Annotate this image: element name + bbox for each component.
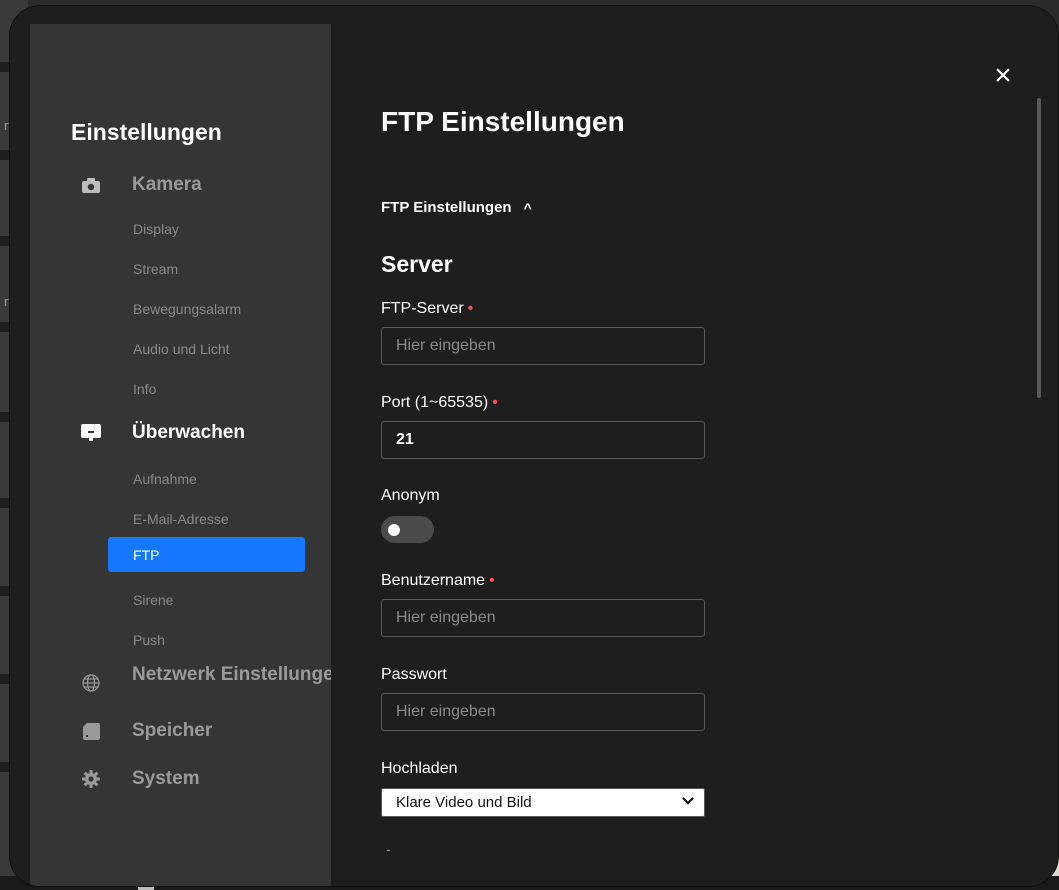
sidebar-category-label: Speicher (132, 720, 213, 741)
sidebar-item-ftp[interactable]: FTP (108, 537, 305, 572)
field-label-text: Benutzername (381, 572, 486, 589)
settings-modal: Einstellungen Kamera Display Stream Bewe… (10, 6, 1058, 886)
select-value: Klare Video und Bild (396, 794, 532, 811)
sidebar-category-kamera[interactable]: Kamera (80, 174, 202, 196)
anonym-toggle[interactable] (381, 516, 434, 543)
globe-icon (80, 672, 102, 694)
sidebar-title: Einstellungen (71, 119, 222, 145)
hochladen-select[interactable]: Klare Video und Bild (381, 788, 705, 817)
sidebar-category-netzwerk[interactable]: Netzwerk Einstellungen (80, 664, 345, 694)
sidebar-category-label: Kamera (132, 174, 202, 195)
sidebar-item-info[interactable]: Info (133, 381, 156, 397)
sidebar-item-aufnahme[interactable]: Aufnahme (133, 471, 197, 487)
passwort-label: Passwort (381, 666, 447, 683)
sidebar-item-sirene[interactable]: Sirene (133, 592, 173, 608)
sidebar-category-system[interactable]: System (80, 768, 200, 790)
required-mark: • (489, 572, 495, 589)
section-label: FTP Einstellungen (381, 199, 512, 216)
benutzername-input[interactable]: Hier eingeben (381, 599, 705, 637)
hochladen-label: Hochladen (381, 760, 458, 777)
anonym-label: Anonym (381, 487, 440, 504)
port-input[interactable]: 21 (381, 421, 705, 459)
ftp-server-label: FTP-Server • (381, 300, 473, 318)
close-button[interactable]: × (988, 61, 1018, 91)
section-toggle-ftp[interactable]: FTP Einstellungen ^ (381, 199, 532, 216)
sidebar-category-label: System (132, 768, 200, 789)
toggle-knob (388, 524, 400, 536)
server-section-title: Server (381, 251, 453, 277)
ftp-server-input[interactable]: Hier eingeben (381, 327, 705, 365)
chevron-up-icon: ^ (523, 199, 532, 216)
sidebar-category-speicher[interactable]: Speicher (80, 720, 212, 742)
camera-icon (80, 174, 102, 196)
page-title: FTP Einstellungen (381, 106, 625, 137)
field-label-text: Port (1~65535) (381, 394, 489, 411)
sidebar-item-push[interactable]: Push (133, 632, 165, 648)
monitor-icon (80, 422, 102, 444)
gear-icon (80, 768, 102, 790)
port-label: Port (1~65535) • (381, 394, 498, 412)
settings-sidebar: Einstellungen Kamera Display Stream Bewe… (30, 24, 345, 886)
sidebar-item-email-adresse[interactable]: E-Mail-Adresse (133, 511, 229, 527)
required-mark: • (467, 300, 474, 317)
field-label-text: FTP-Server (381, 300, 464, 317)
trailing-text: - (386, 841, 391, 857)
sidebar-category-ueberwachen[interactable]: Überwachen (80, 422, 245, 444)
sidebar-item-display[interactable]: Display (133, 221, 179, 237)
scrollbar-thumb[interactable] (1037, 98, 1041, 398)
sidebar-item-stream[interactable]: Stream (133, 261, 178, 277)
sidebar-category-label: Netzwerk Einstellungen (132, 664, 346, 685)
benutzername-label: Benutzername • (381, 572, 495, 590)
required-mark: • (492, 394, 498, 411)
sidebar-category-text: Netzwerk Einstellungen (132, 664, 346, 685)
settings-content: FTP Einstellungen FTP Einstellungen ^ Se… (331, 6, 1058, 886)
sidebar-category-label: Überwachen (132, 422, 245, 443)
sidebar-item-audio-und-licht[interactable]: Audio und Licht (133, 341, 230, 357)
sidebar-item-bewegungsalarm[interactable]: Bewegungsalarm (133, 301, 241, 317)
chevron-down-icon (682, 794, 694, 810)
passwort-input[interactable]: Hier eingeben (381, 693, 705, 731)
sd-card-icon (80, 720, 102, 742)
sidebar-item-label: FTP (133, 546, 160, 563)
